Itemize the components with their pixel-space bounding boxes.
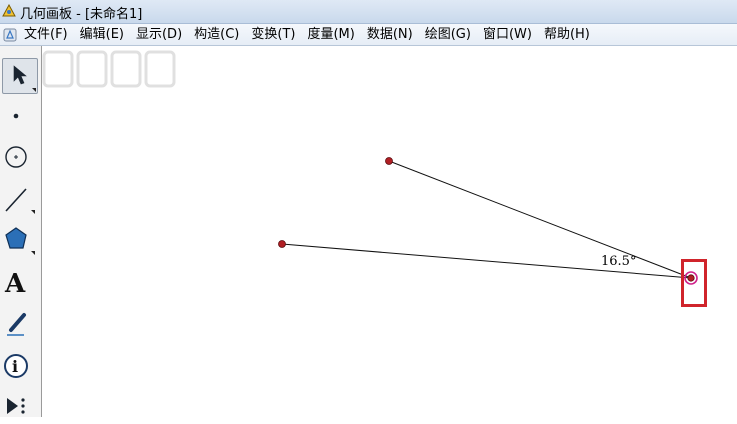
document-icon[interactable]	[2, 27, 18, 43]
segment-top[interactable]	[388, 160, 692, 279]
svg-text:A: A	[4, 269, 26, 299]
polygon-tool[interactable]	[2, 222, 38, 258]
information-tool[interactable]: i	[2, 348, 38, 384]
window-title: 几何画板 - [未命名1]	[20, 7, 143, 22]
compass-tool-icon	[5, 146, 27, 168]
information-tool-icon: i	[4, 354, 28, 378]
marker-tool-icon	[7, 313, 26, 336]
menu-display[interactable]: 显示(D)	[130, 26, 188, 44]
tool-palette: A i	[0, 46, 42, 417]
arrow-select-icon	[13, 65, 36, 92]
menu-measure[interactable]: 度量(M)	[301, 26, 360, 44]
arrow-select-tool[interactable]	[2, 58, 38, 94]
text-tool-icon: A	[4, 269, 26, 299]
menu-window[interactable]: 窗口(W)	[477, 26, 538, 44]
menu-graph[interactable]: 绘图(G)	[419, 26, 477, 44]
custom-tool-icon	[7, 398, 25, 414]
point-left[interactable]	[278, 240, 286, 248]
svg-text:i: i	[12, 357, 18, 376]
sketch-canvas[interactable]: 16.5°	[42, 46, 737, 417]
straightedge-tool-icon	[5, 188, 35, 214]
app-icon	[2, 4, 16, 17]
marker-tool[interactable]	[2, 306, 38, 342]
menu-help[interactable]: 帮助(H)	[538, 26, 596, 44]
point-tool[interactable]	[2, 98, 38, 134]
highlight-box	[681, 259, 707, 307]
angle-measure-label[interactable]: 16.5°	[601, 254, 636, 269]
menu-file[interactable]: 文件(F)	[18, 26, 74, 44]
text-tool[interactable]: A	[2, 264, 38, 300]
menu-bar: 文件(F) 编辑(E) 显示(D) 构造(C) 变换(T) 度量(M) 数据(N…	[0, 24, 737, 46]
menu-construct[interactable]: 构造(C)	[188, 26, 245, 44]
menu-data[interactable]: 数据(N)	[361, 26, 419, 44]
menu-transform[interactable]: 变换(T)	[245, 26, 301, 44]
menu-edit[interactable]: 编辑(E)	[74, 26, 130, 44]
point-tool-icon	[13, 113, 19, 119]
point-top[interactable]	[385, 157, 393, 165]
title-bar: 几何画板 - [未命名1]	[0, 0, 737, 24]
compass-tool[interactable]	[2, 139, 38, 175]
straightedge-tool[interactable]	[2, 181, 38, 217]
polygon-tool-icon	[5, 227, 35, 255]
custom-tool[interactable]	[2, 388, 38, 424]
watermark-logo	[42, 50, 176, 88]
